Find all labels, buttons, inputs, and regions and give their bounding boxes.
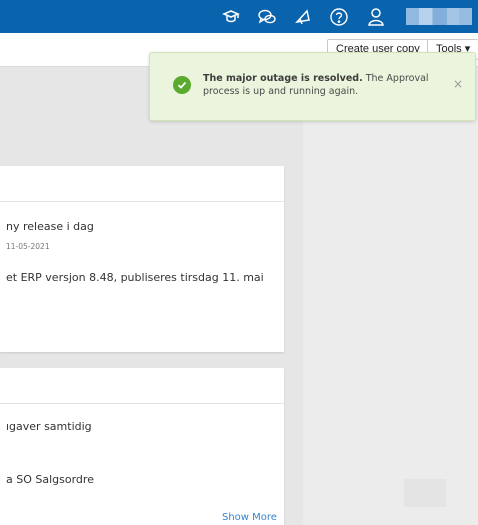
notification-title: The major outage is resolved.: [203, 73, 363, 84]
help-icon[interactable]: [327, 5, 351, 29]
news-body: et ERP versjon 8.48, publiseres tirsdag …: [6, 271, 264, 284]
news-title[interactable]: ny release i dag: [6, 220, 94, 233]
news-date: 11-05-2021: [6, 242, 50, 251]
graduation-cap-icon[interactable]: [219, 5, 243, 29]
top-navigation-bar: [0, 0, 478, 33]
user-icon[interactable]: [364, 5, 388, 29]
card-header: [0, 368, 284, 404]
check-circle-icon: [173, 76, 191, 94]
card-header: [0, 166, 284, 202]
right-column: [303, 67, 478, 525]
faded-element: [404, 479, 446, 507]
megaphone-icon[interactable]: [291, 5, 315, 29]
news-card: ny release i dag 11-05-2021 et ERP versj…: [0, 166, 284, 352]
user-name[interactable]: [406, 8, 472, 25]
news-body: a SO Salgsordre: [6, 473, 94, 486]
show-more-link[interactable]: Show More: [222, 512, 277, 523]
close-icon[interactable]: ×: [453, 77, 463, 91]
notification-message: The major outage is resolved. The Approv…: [203, 72, 448, 98]
news-title[interactable]: ıgaver samtidig: [6, 420, 92, 433]
news-card: ıgaver samtidig a SO Salgsordre: [0, 368, 284, 525]
chat-bubbles-icon[interactable]: [255, 5, 279, 29]
success-notification: The major outage is resolved. The Approv…: [149, 52, 476, 121]
